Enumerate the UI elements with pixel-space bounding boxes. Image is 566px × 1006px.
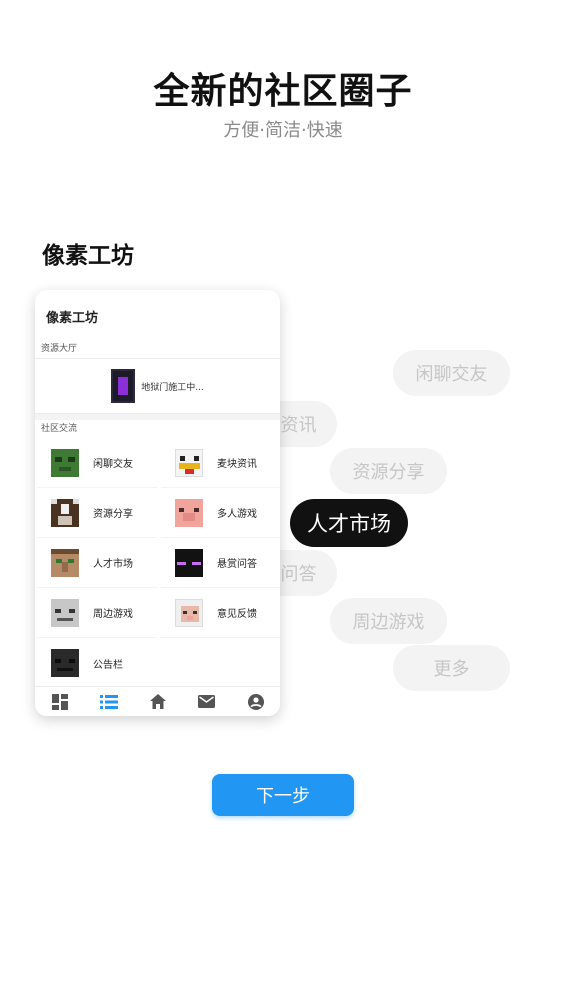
grid-item-bounty-qa[interactable]: 悬赏问答 (161, 538, 280, 588)
home-icon[interactable] (148, 692, 168, 712)
grid-item-label: 悬赏问答 (217, 559, 257, 570)
grid-item-chat[interactable]: 闲聊交友 (37, 438, 157, 488)
grid-item-label: 人才市场 (93, 559, 133, 570)
skeleton-icon (51, 598, 79, 627)
grid-item-feedback[interactable]: 意见反馈 (161, 588, 280, 638)
app-preview-card: 像素工坊 资源大厅 地狱门施工中... 社区交流 闲聊交友 麦块资讯 资源分享 (35, 290, 280, 716)
mail-icon[interactable] (197, 692, 217, 712)
resource-hall-label: 资源大厅 (41, 344, 78, 354)
sheep-icon (175, 598, 203, 627)
hero-subtitle: 方便·简洁·快速 (223, 120, 343, 141)
nether-portal-icon (111, 369, 136, 403)
dashboard-icon[interactable] (50, 692, 70, 712)
grid-item-label: 闲聊交友 (93, 459, 133, 470)
chip-more[interactable]: 更多 (393, 645, 510, 691)
grid-item-label: 周边游戏 (93, 609, 133, 620)
resource-item-title: 地狱门施工中... (141, 382, 204, 393)
chip-resource-share[interactable]: 资源分享 (330, 448, 447, 494)
grid-item-talent-market[interactable]: 人才市场 (37, 538, 157, 588)
grid-item-label: 资源分享 (93, 509, 133, 520)
grid-item-multiplayer[interactable]: 多人游戏 (161, 488, 280, 538)
community-grid: 闲聊交友 麦块资讯 资源分享 多人游戏 人才市场 悬赏问答 周边游戏 意见反馈 … (35, 438, 280, 688)
next-step-button[interactable]: 下一步 (212, 774, 354, 816)
account-icon[interactable] (246, 692, 266, 712)
chip-chat[interactable]: 闲聊交友 (393, 350, 510, 396)
bottom-tab-bar (35, 686, 280, 716)
pig-icon (175, 498, 203, 527)
grid-item-bulletin[interactable]: 公告栏 (37, 638, 157, 688)
grid-item-resource-share[interactable]: 资源分享 (37, 488, 157, 538)
grid-item-nearby-games[interactable]: 周边游戏 (37, 588, 157, 638)
resource-item[interactable]: 地狱门施工中... (35, 358, 280, 414)
cow-icon (51, 498, 79, 527)
grid-item-mc-news[interactable]: 麦块资讯 (161, 438, 280, 488)
grid-item-label: 麦块资讯 (217, 459, 257, 470)
community-label: 社区交流 (41, 424, 78, 434)
grid-item-label: 公告栏 (93, 659, 123, 671)
hero-title: 全新的社区圈子 (153, 71, 413, 112)
chicken-icon (175, 448, 203, 477)
zombie-icon (51, 448, 79, 477)
wither-skeleton-icon (51, 649, 79, 677)
chip-nearby-games[interactable]: 周边游戏 (330, 598, 447, 644)
grid-item-label: 意见反馈 (217, 609, 257, 620)
villager-icon (51, 548, 79, 577)
preview-header: 像素工坊 (46, 311, 99, 326)
chip-talent-market[interactable]: 人才市场 (290, 499, 408, 547)
enderman-icon (175, 548, 203, 577)
section-title: 像素工坊 (42, 243, 134, 269)
list-icon[interactable] (99, 692, 119, 712)
grid-item-label: 多人游戏 (217, 509, 257, 520)
